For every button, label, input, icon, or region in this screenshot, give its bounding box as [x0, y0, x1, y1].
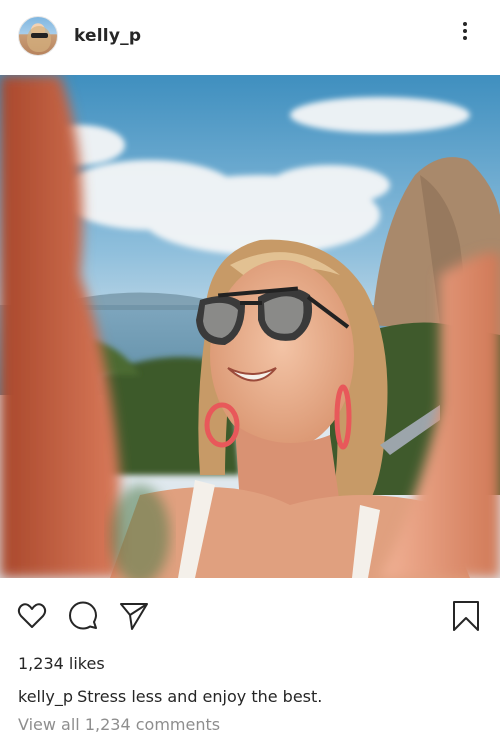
- avatar-hair: [27, 26, 51, 52]
- caption-username[interactable]: kelly_p: [18, 687, 73, 706]
- post-actions: [0, 592, 500, 642]
- more-vertical-icon[interactable]: [455, 20, 475, 46]
- likes-count[interactable]: 1,234 likes: [18, 654, 105, 673]
- post-header: kelly_p: [0, 0, 500, 75]
- view-comments-link[interactable]: View all 1,234 comments: [18, 715, 220, 734]
- caption: kelly_p Stress less and enjoy the best.: [18, 687, 322, 706]
- comment-icon[interactable]: [67, 600, 99, 632]
- send-icon[interactable]: [118, 600, 150, 632]
- heart-icon[interactable]: [16, 600, 48, 632]
- username[interactable]: kelly_p: [74, 26, 141, 46]
- bookmark-icon[interactable]: [450, 600, 482, 632]
- avatar[interactable]: [18, 16, 58, 56]
- avatar-glasses: [31, 33, 48, 38]
- post-image[interactable]: [0, 75, 500, 578]
- caption-text: Stress less and enjoy the best.: [77, 687, 323, 706]
